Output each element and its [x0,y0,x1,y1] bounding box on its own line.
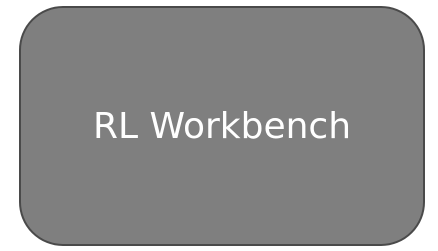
rl-workbench-tile[interactable]: RL Workbench [19,6,425,246]
tile-label: RL Workbench [92,105,352,147]
